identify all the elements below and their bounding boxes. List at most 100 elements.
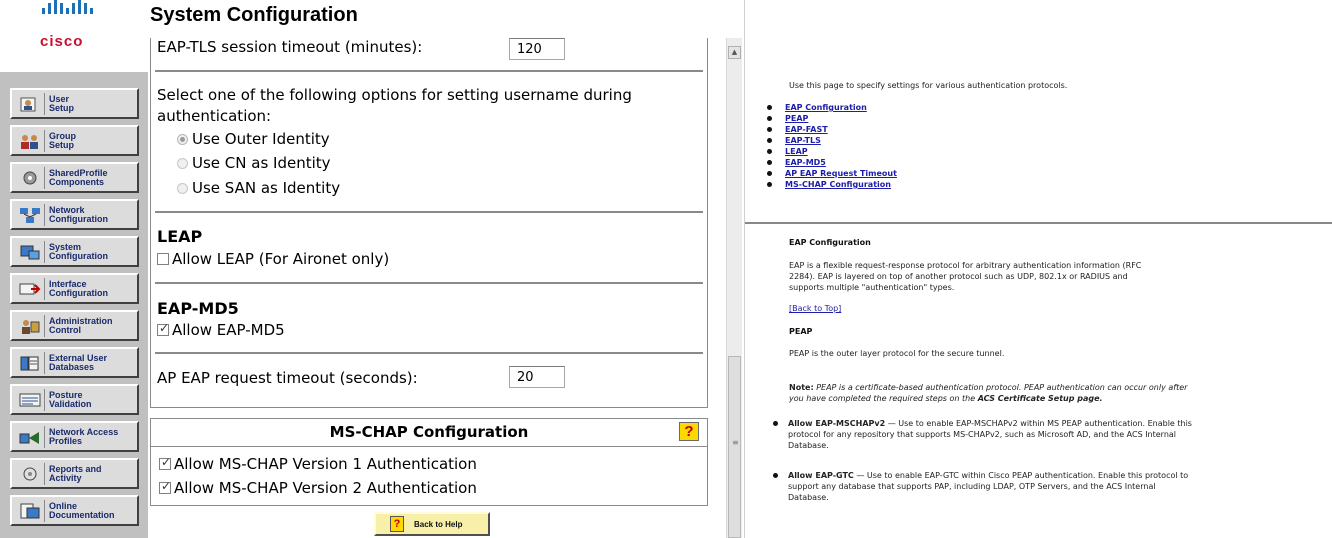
nav-network-config-button[interactable]: Network Configuration [10, 199, 139, 230]
bullet-icon [767, 138, 772, 143]
toc-item: EAP Configuration [767, 102, 897, 113]
mschap-header: MS-CHAP Configuration ? [151, 419, 707, 447]
bullet-icon [767, 182, 772, 187]
help-bullet-eap-mschapv2: Allow EAP-MSCHAPv2 — Use to enable EAP-M… [773, 418, 1192, 451]
nav-shared-profile-button[interactable]: SharedProfile Components [10, 162, 139, 193]
nav-posture-button[interactable]: Posture Validation [10, 384, 139, 415]
nav-sidebar: User Setup Group Setup SharedProfile Compon… [0, 72, 148, 538]
section-divider [155, 70, 703, 72]
nav-user-setup-button[interactable]: User Setup [10, 88, 139, 119]
peap-note: Note: PEAP is a certificate-based authen… [789, 383, 1188, 392]
eap-config-help-text: EAP is a flexible request-response proto… [789, 261, 1142, 270]
cisco-logo: cisco [0, 0, 148, 72]
nav-external-db-button[interactable]: External User Databases [10, 347, 139, 378]
administration-icon [15, 314, 45, 337]
bullet-icon [767, 160, 772, 165]
scroll-up-arrow-icon[interactable]: ▲ [728, 46, 741, 59]
nav-network-access-button[interactable]: Network Access Profiles [10, 421, 139, 452]
username-option-prompt-cont: authentication: [157, 107, 272, 125]
bullet-icon [773, 473, 778, 478]
config-scrollbar[interactable]: ▲ ≡ [726, 38, 742, 538]
checkbox-checked-icon[interactable] [159, 455, 171, 470]
radio-use-san-identity[interactable]: Use SAN as Identity [177, 179, 340, 197]
bullet-icon [767, 116, 772, 121]
back-to-top-link[interactable]: [Back to Top] [789, 304, 841, 313]
radio-use-outer-identity[interactable]: Use Outer Identity [177, 130, 330, 148]
eap-config-help-text: supports multiple "authentication" types… [789, 283, 955, 292]
bullet-icon [767, 149, 772, 154]
help-panel: Use this page to specify settings for va… [744, 0, 1332, 538]
toc-link-eap-fast[interactable]: EAP-FAST [785, 125, 828, 134]
toc-link-mschap[interactable]: MS-CHAP Configuration [785, 180, 891, 189]
posture-icon [15, 388, 45, 411]
peap-help-heading: PEAP [789, 327, 813, 336]
radio-unselected-icon[interactable] [177, 157, 188, 169]
config-frame: EAP-TLS session timeout (minutes): Selec… [150, 38, 724, 538]
bullet-icon [767, 127, 772, 132]
network-config-icon [15, 203, 45, 226]
documentation-icon [15, 499, 45, 522]
section-divider [155, 282, 703, 284]
scrollbar-thumb[interactable]: ≡ [728, 356, 741, 538]
cisco-wordmark: cisco [40, 33, 84, 50]
peap-note-cont: you have completed the required steps on… [789, 394, 1103, 403]
page-title: System Configuration [150, 4, 358, 26]
reports-icon [15, 462, 45, 485]
help-icon[interactable]: ? [679, 422, 699, 441]
peap-help-text: PEAP is the outer layer protocol for the… [789, 349, 1005, 358]
radio-use-cn-identity[interactable]: Use CN as Identity [177, 154, 331, 172]
allow-mschap-v1-checkbox[interactable]: Allow MS-CHAP Version 1 Authentication [159, 455, 477, 473]
help-bullet-eap-gtc: Allow EAP-GTC — Use to enable EAP-GTC wi… [773, 470, 1188, 503]
nav-reports-button[interactable]: Reports and Activity [10, 458, 139, 489]
toc-item: EAP-MD5 [767, 157, 897, 168]
eap-md5-heading: EAP-MD5 [157, 299, 239, 318]
toc-link-peap[interactable]: PEAP [785, 114, 808, 123]
eap-config-help-text: 2284). EAP is layered on top of another … [789, 272, 1128, 281]
toc-item: AP EAP Request Timeout [767, 168, 897, 179]
bullet-icon [767, 105, 772, 110]
toc-link-eap-tls[interactable]: EAP-TLS [785, 136, 821, 145]
nav-group-setup-button[interactable]: Group Setup [10, 125, 139, 156]
eap-tls-timeout-input[interactable] [509, 38, 565, 60]
toc-item: MS-CHAP Configuration [767, 179, 897, 190]
eap-config-panel: EAP-TLS session timeout (minutes): Selec… [150, 38, 708, 408]
checkbox-unchecked-icon[interactable] [157, 253, 169, 265]
system-config-icon [15, 240, 45, 263]
username-option-prompt: Select one of the following options for … [157, 86, 632, 104]
checkbox-checked-icon[interactable] [159, 479, 171, 494]
mschap-config-panel: MS-CHAP Configuration ? Allow MS-CHAP Ve… [150, 418, 708, 506]
toc-link-eap-config[interactable]: EAP Configuration [785, 103, 867, 112]
eap-config-help-heading: EAP Configuration [789, 238, 871, 247]
radio-unselected-icon[interactable] [177, 182, 188, 194]
allow-mschap-v2-checkbox[interactable]: Allow MS-CHAP Version 2 Authentication [159, 479, 477, 497]
external-db-icon [15, 351, 45, 374]
section-divider [155, 211, 703, 213]
shared-profile-icon [15, 166, 45, 189]
bullet-icon [773, 421, 778, 426]
allow-eap-md5-checkbox[interactable]: Allow EAP-MD5 [157, 321, 285, 339]
back-to-help-button[interactable]: ? Back to Help [374, 512, 490, 536]
toc-link-eap-md5[interactable]: EAP-MD5 [785, 158, 826, 167]
radio-selected-icon[interactable] [177, 133, 188, 145]
bullet-icon [767, 171, 772, 176]
ap-eap-timeout-input[interactable] [509, 366, 565, 388]
group-setup-icon [15, 129, 45, 152]
nav-administration-button[interactable]: Administration Control [10, 310, 139, 341]
section-divider [155, 352, 703, 354]
toc-item: EAP-FAST [767, 124, 897, 135]
eap-tls-timeout-label: EAP-TLS session timeout (minutes): [157, 38, 423, 56]
allow-leap-checkbox[interactable]: Allow LEAP (For Aironet only) [157, 250, 389, 268]
toc-link-leap[interactable]: LEAP [785, 147, 808, 156]
ap-eap-timeout-label: AP EAP request timeout (seconds): [157, 369, 418, 387]
nav-documentation-button[interactable]: Online Documentation [10, 495, 139, 526]
network-access-icon [15, 425, 45, 448]
leap-heading: LEAP [157, 227, 203, 246]
help-intro: Use this page to specify settings for va… [789, 81, 1068, 90]
checkbox-checked-icon[interactable] [157, 321, 169, 336]
toc-link-ap-eap-timeout[interactable]: AP EAP Request Timeout [785, 169, 897, 178]
nav-interface-config-button[interactable]: Interface Configuration [10, 273, 139, 304]
help-toc: EAP Configuration PEAP EAP-FAST EAP-TLS … [767, 102, 897, 190]
toc-item: LEAP [767, 146, 897, 157]
nav-system-config-button[interactable]: System Configuration [10, 236, 139, 267]
interface-config-icon [15, 277, 45, 300]
